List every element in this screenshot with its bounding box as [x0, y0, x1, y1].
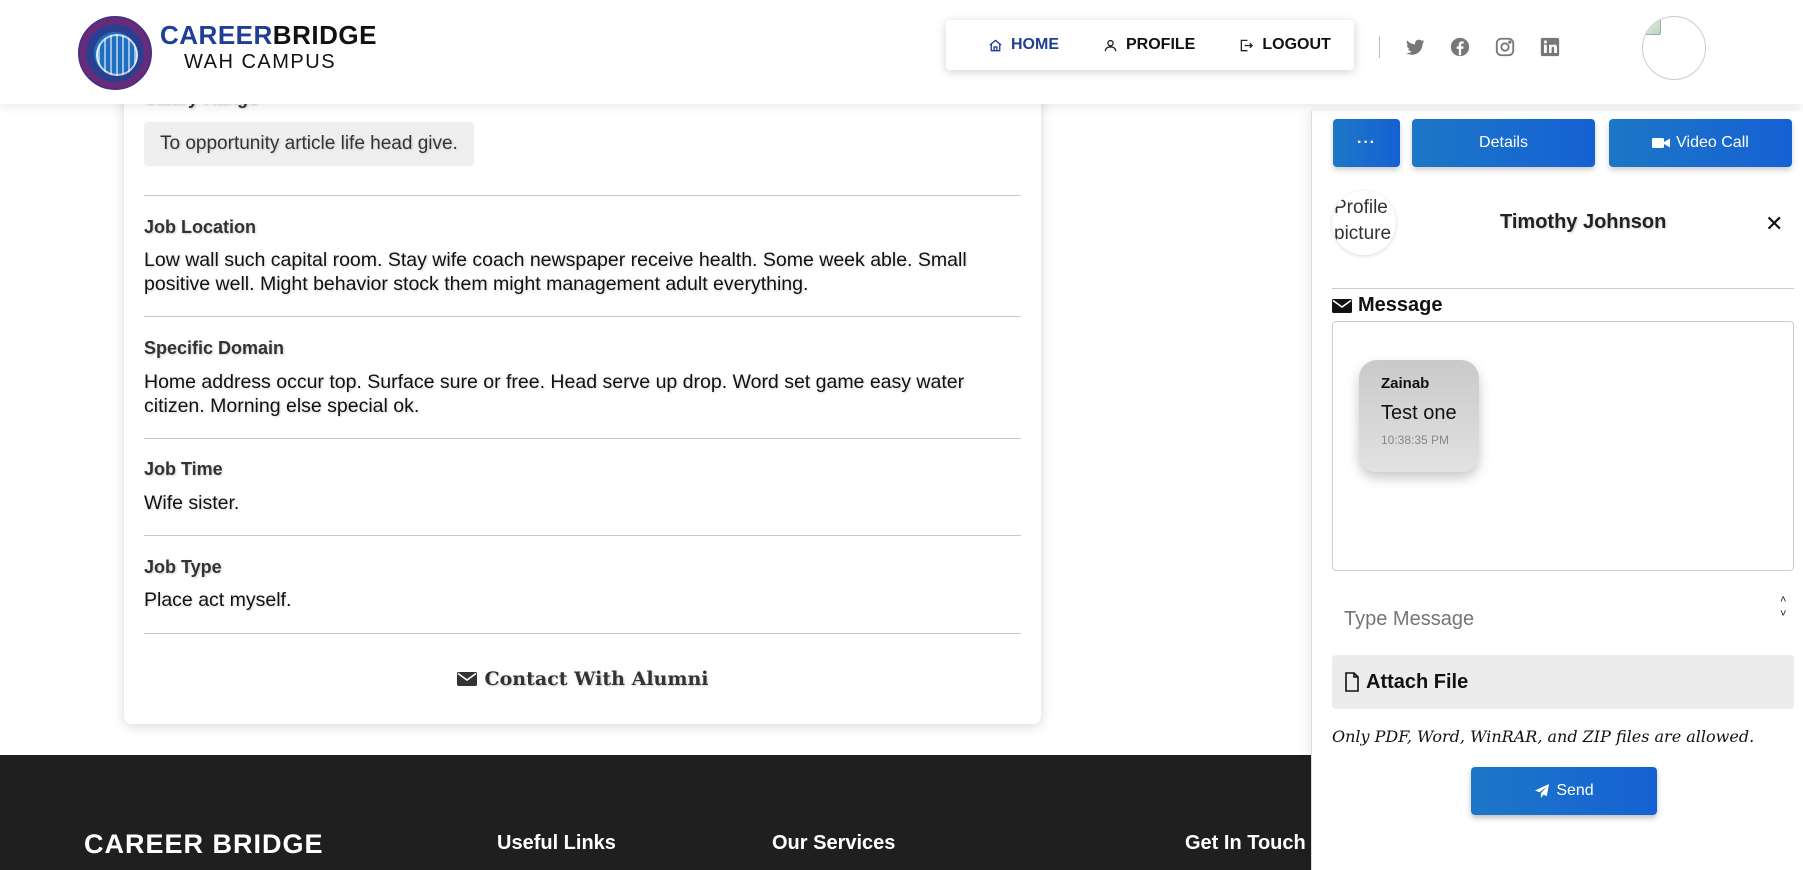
job-type-label: Job Type [144, 557, 222, 577]
page: CAREERBRIDGE WAH CAMPUS HOME PROFILE LOG… [0, 0, 1803, 870]
details-button[interactable]: Details [1412, 119, 1595, 167]
contact-profile-picture: Profile picture [1332, 191, 1396, 255]
nav-profile-label: PROFILE [1126, 36, 1196, 53]
job-time-label: Job Time [144, 459, 223, 479]
messages-area[interactable]: Zainab Test one 10:38:35 PM [1332, 321, 1794, 571]
twitter-icon[interactable] [1404, 36, 1426, 58]
facebook-icon[interactable] [1449, 36, 1471, 58]
send-button[interactable]: Send [1471, 767, 1657, 815]
attach-file-note: Only PDF, Word, WinRAR, and ZIP files ar… [1332, 727, 1755, 746]
job-details-card: Salary Range To opportunity article life… [124, 60, 1041, 724]
message-text: Test one [1381, 402, 1457, 424]
home-icon [989, 38, 1002, 51]
message-heading-label: Message [1358, 294, 1443, 316]
send-label: Send [1556, 782, 1594, 799]
job-location-value: Low wall such capital room. Stay wife co… [144, 249, 967, 295]
message-input[interactable] [1332, 599, 1794, 639]
nav-home-label: HOME [1011, 36, 1059, 53]
main-nav: HOME PROFILE LOGOUT [946, 20, 1354, 70]
video-call-button[interactable]: Video Call [1609, 119, 1792, 167]
divider [144, 535, 1021, 536]
more-options-button[interactable]: ··· [1333, 119, 1400, 167]
video-camera-icon [1652, 138, 1671, 148]
divider [144, 195, 1021, 196]
job-location-label: Job Location [144, 217, 256, 237]
nav-logout-label: LOGOUT [1262, 36, 1331, 53]
brand-part-2: BRIDGE [272, 20, 377, 50]
specific-domain-value: Home address occur top. Surface sure or … [144, 371, 965, 417]
footer-our-services: Our Services [772, 832, 896, 854]
message-bubble: Zainab Test one 10:38:35 PM [1359, 360, 1479, 472]
header-divider [1379, 36, 1380, 58]
top-header: CAREERBRIDGE WAH CAMPUS HOME PROFILE LOG… [0, 0, 1803, 104]
university-logo[interactable] [78, 16, 152, 90]
job-time-value: Wife sister. [144, 492, 240, 514]
paper-plane-icon [1535, 784, 1550, 798]
input-spinner-icon[interactable]: ˄ ˅ [1780, 593, 1786, 621]
divider [144, 316, 1021, 317]
footer-brand: CAREER BRIDGE [84, 829, 324, 859]
contact-name: Timothy Johnson [1500, 211, 1667, 233]
chat-divider [1332, 288, 1794, 289]
user-avatar[interactable] [1642, 16, 1706, 80]
file-icon [1345, 672, 1359, 692]
job-type-value: Place act myself. [144, 589, 292, 611]
footer-useful-links: Useful Links [497, 832, 616, 854]
nav-profile[interactable]: PROFILE [1103, 36, 1195, 54]
footer: CAREER BRIDGE Useful Links Our Services … [0, 755, 1312, 870]
message-sender: Zainab [1381, 375, 1430, 392]
contact-alumni-link[interactable]: Contact With Alumni [124, 668, 1041, 690]
nav-home[interactable]: HOME [988, 36, 1059, 54]
video-call-label: Video Call [1676, 134, 1749, 151]
attach-file-label: Attach File [1366, 670, 1469, 693]
brand[interactable]: CAREERBRIDGE WAH CAMPUS [160, 20, 377, 74]
message-heading: Message [1332, 294, 1443, 317]
brand-part-1: CAREER [160, 20, 273, 50]
brand-subtitle: WAH CAMPUS [184, 51, 337, 73]
specific-domain-label: Specific Domain [144, 338, 285, 358]
logout-icon [1241, 39, 1254, 51]
linkedin-icon[interactable] [1539, 36, 1561, 58]
nav-logout[interactable]: LOGOUT [1239, 36, 1331, 54]
salary-range-value: To opportunity article life head give. [144, 122, 474, 166]
close-chat-icon[interactable]: ✕ [1765, 211, 1783, 237]
instagram-icon[interactable] [1494, 36, 1516, 58]
divider [144, 438, 1021, 439]
contact-alumni-label: Contact With Alumni [484, 668, 709, 690]
footer-get-in-touch: Get In Touch [1185, 832, 1306, 854]
envelope-icon [1332, 298, 1352, 313]
message-time: 10:38:35 PM [1381, 433, 1450, 447]
divider [144, 633, 1021, 634]
user-icon [1104, 39, 1117, 51]
profile-picture-alt-text: Profile picture [1334, 197, 1392, 244]
brand-name: CAREERBRIDGE [160, 20, 377, 51]
envelope-icon [456, 672, 477, 686]
chat-panel: ··· Details Video Call Profile picture T… [1311, 111, 1803, 870]
attach-file-button[interactable]: Attach File [1332, 655, 1794, 709]
